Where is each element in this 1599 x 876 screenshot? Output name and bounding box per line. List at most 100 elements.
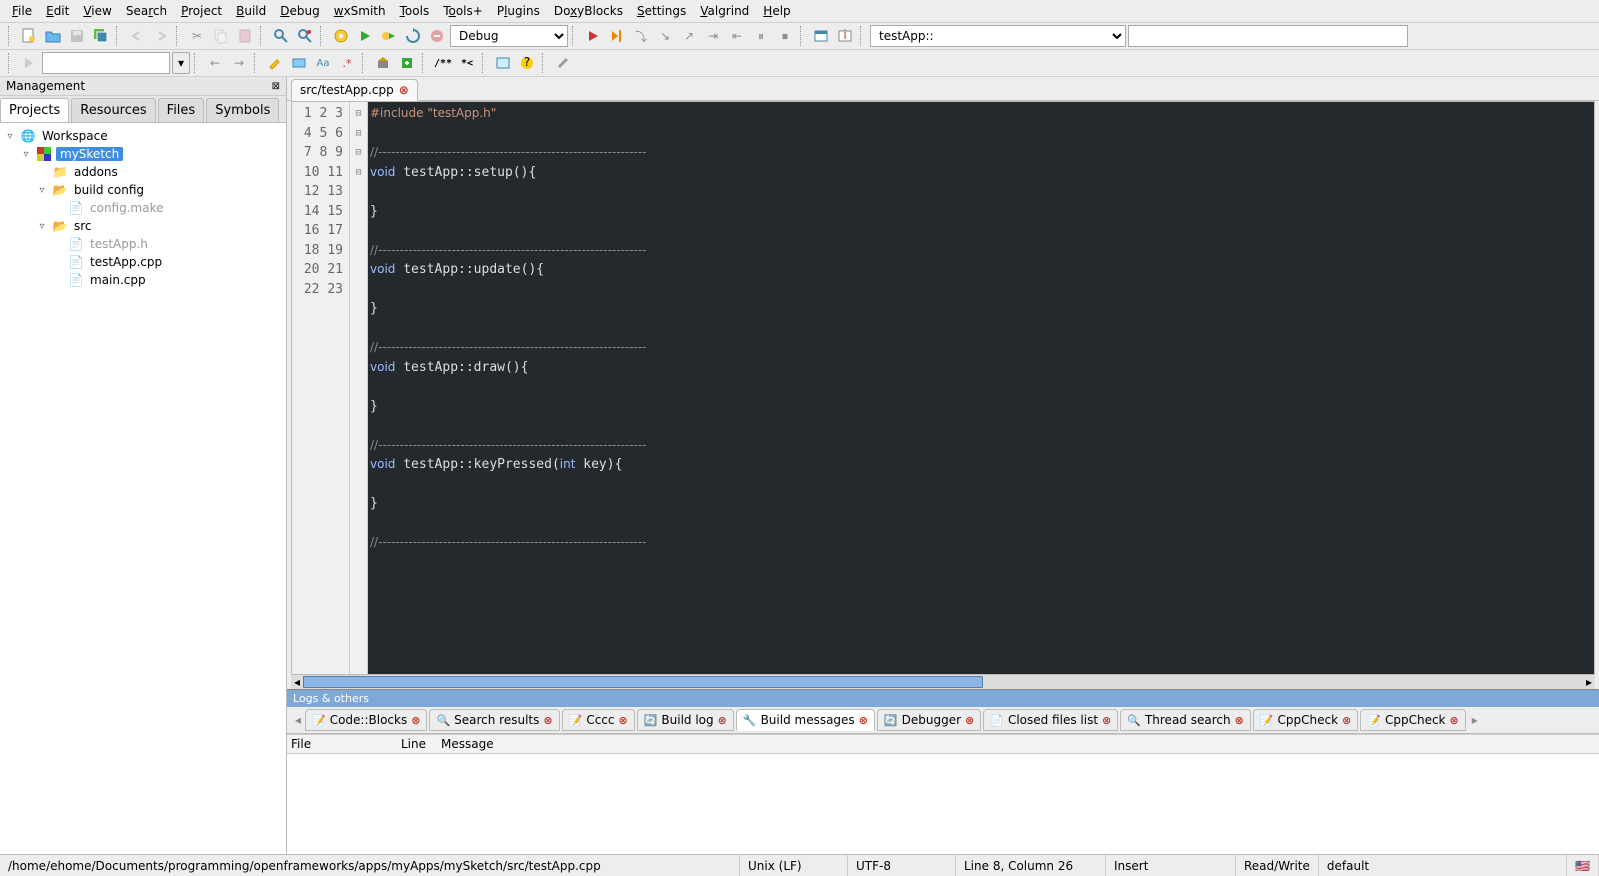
symbol-scope-select[interactable]: testApp:: xyxy=(870,25,1126,47)
undo-icon[interactable] xyxy=(126,25,148,47)
log-tab-thread-search[interactable]: 🔍Thread search ⊗ xyxy=(1120,709,1251,731)
doxy-chm-icon[interactable]: ? xyxy=(516,52,538,74)
info-icon[interactable]: i xyxy=(834,25,856,47)
log-tab-close-icon[interactable]: ⊗ xyxy=(411,714,420,727)
expand-icon[interactable]: ▿ xyxy=(36,220,48,232)
tree-file[interactable]: main.cpp xyxy=(88,273,148,287)
highlight-icon[interactable] xyxy=(264,52,286,74)
menu-project[interactable]: Project xyxy=(175,2,228,20)
menu-wxsmith[interactable]: wxSmith xyxy=(328,2,392,20)
tab-scroll-right-icon[interactable]: ▸ xyxy=(1468,710,1482,730)
open-file-icon[interactable] xyxy=(42,25,64,47)
log-tab-cppcheck[interactable]: 📝CppCheck ⊗ xyxy=(1360,709,1465,731)
log-tab-close-icon[interactable]: ⊗ xyxy=(1102,714,1111,727)
abort-icon[interactable] xyxy=(426,25,448,47)
log-tab-close-icon[interactable]: ⊗ xyxy=(718,714,727,727)
log-tab-search-results[interactable]: 🔍Search results ⊗ xyxy=(429,709,559,731)
doxy-config-icon[interactable] xyxy=(552,52,574,74)
log-tab-close-icon[interactable]: ⊗ xyxy=(1235,714,1244,727)
new-file-icon[interactable] xyxy=(18,25,40,47)
run-icon[interactable] xyxy=(354,25,376,47)
tree-build-config[interactable]: build config xyxy=(72,183,146,197)
replace-icon[interactable] xyxy=(294,25,316,47)
regex-icon[interactable]: .* xyxy=(336,52,358,74)
log-col-message[interactable]: Message xyxy=(441,737,506,751)
menu-valgrind[interactable]: Valgrind xyxy=(694,2,755,20)
menu-debug[interactable]: Debug xyxy=(274,2,325,20)
tree-workspace[interactable]: Workspace xyxy=(40,129,110,143)
h-scrollbar[interactable]: ◂ ▸ xyxy=(291,675,1595,689)
save-icon[interactable] xyxy=(66,25,88,47)
menu-tools[interactable]: Tools xyxy=(394,2,436,20)
line-comment-icon[interactable]: *< xyxy=(456,52,478,74)
menu-help[interactable]: Help xyxy=(757,2,796,20)
tab-projects[interactable]: Projects xyxy=(0,98,69,122)
rebuild-icon[interactable] xyxy=(402,25,424,47)
build-run-icon[interactable] xyxy=(378,25,400,47)
selection-icon[interactable] xyxy=(288,52,310,74)
management-close-icon[interactable]: ⊠ xyxy=(272,81,280,92)
copy-icon[interactable] xyxy=(210,25,232,47)
find-icon[interactable] xyxy=(270,25,292,47)
log-tab-build-messages[interactable]: 🔧Build messages ⊗ xyxy=(736,709,875,731)
break-icon[interactable]: ⏸ xyxy=(750,25,772,47)
tab-scroll-left-icon[interactable]: ◂ xyxy=(291,710,305,730)
log-tab-close-icon[interactable]: ⊗ xyxy=(1342,714,1351,727)
block-comment-icon[interactable]: /** xyxy=(432,52,454,74)
tree-addons[interactable]: addons xyxy=(72,165,120,179)
tree-file[interactable]: testApp.h xyxy=(88,237,150,251)
log-col-file[interactable]: File xyxy=(291,737,401,751)
log-tab-cppcheck[interactable]: 📝CppCheck ⊗ xyxy=(1253,709,1358,731)
log-tab-close-icon[interactable]: ⊗ xyxy=(1450,714,1459,727)
log-tab-cccc[interactable]: 📝Cccc ⊗ xyxy=(562,709,635,731)
log-tab-close-icon[interactable]: ⊗ xyxy=(859,714,868,727)
status-lang-icon[interactable]: 🇺🇸 xyxy=(1567,855,1599,876)
log-col-line[interactable]: Line xyxy=(401,737,441,751)
tree-src[interactable]: src xyxy=(72,219,94,233)
doxy-extract-icon[interactable] xyxy=(396,52,418,74)
log-tab-closed-files-list[interactable]: 📄Closed files list ⊗ xyxy=(983,709,1118,731)
cut-icon[interactable]: ✂ xyxy=(186,25,208,47)
nav-fwd-icon[interactable]: → xyxy=(228,52,250,74)
debug-windows-icon[interactable] xyxy=(810,25,832,47)
run-script-icon[interactable] xyxy=(18,52,40,74)
step-out-icon[interactable]: ↗ xyxy=(678,25,700,47)
stop-debug-icon[interactable]: ⏹ xyxy=(774,25,796,47)
menu-search[interactable]: Search xyxy=(120,2,173,20)
step-into-icon[interactable]: ↘ xyxy=(654,25,676,47)
paste-icon[interactable] xyxy=(234,25,256,47)
script-input[interactable] xyxy=(42,52,170,74)
logs-header[interactable]: Logs & others xyxy=(287,689,1599,707)
code-editor[interactable]: 1 2 3 4 5 6 7 8 9 10 11 12 13 14 15 16 1… xyxy=(291,101,1595,675)
tab-close-icon[interactable]: ⊗ xyxy=(399,83,409,97)
menu-doxyblocks[interactable]: DoxyBlocks xyxy=(548,2,629,20)
tree-config-make[interactable]: config.make xyxy=(88,201,165,215)
menu-build[interactable]: Build xyxy=(230,2,272,20)
nav-back-icon[interactable]: ← xyxy=(204,52,226,74)
save-all-icon[interactable] xyxy=(90,25,112,47)
tree-file[interactable]: testApp.cpp xyxy=(88,255,164,269)
next-line-icon[interactable]: ⤵ xyxy=(630,25,652,47)
menu-tools-plus[interactable]: Tools+ xyxy=(437,2,489,20)
symbol-filter-input[interactable] xyxy=(1128,25,1408,47)
doxy-wizard-icon[interactable] xyxy=(372,52,394,74)
menu-plugins[interactable]: Plugins xyxy=(491,2,546,20)
menu-edit[interactable]: Edit xyxy=(40,2,75,20)
build-target-select[interactable]: Debug xyxy=(450,25,568,47)
code-content[interactable]: #include "testApp.h" //-----------------… xyxy=(368,102,1594,674)
dropdown-icon[interactable]: ▾ xyxy=(172,52,190,74)
log-tab-code-blocks[interactable]: 📝Code::Blocks ⊗ xyxy=(305,709,427,731)
build-icon[interactable] xyxy=(330,25,352,47)
expand-icon[interactable]: ▿ xyxy=(4,130,16,142)
run-to-cursor-icon[interactable] xyxy=(606,25,628,47)
log-tab-build-log[interactable]: 🔄Build log ⊗ xyxy=(637,709,734,731)
debug-run-icon[interactable] xyxy=(582,25,604,47)
match-case-icon[interactable]: Aa xyxy=(312,52,334,74)
log-tab-close-icon[interactable]: ⊗ xyxy=(965,714,974,727)
expand-icon[interactable]: ▿ xyxy=(36,184,48,196)
next-instr-icon[interactable]: ⇥ xyxy=(702,25,724,47)
redo-icon[interactable] xyxy=(150,25,172,47)
step-instr-icon[interactable]: ⇤ xyxy=(726,25,748,47)
log-tab-close-icon[interactable]: ⊗ xyxy=(543,714,552,727)
log-tab-close-icon[interactable]: ⊗ xyxy=(618,714,627,727)
